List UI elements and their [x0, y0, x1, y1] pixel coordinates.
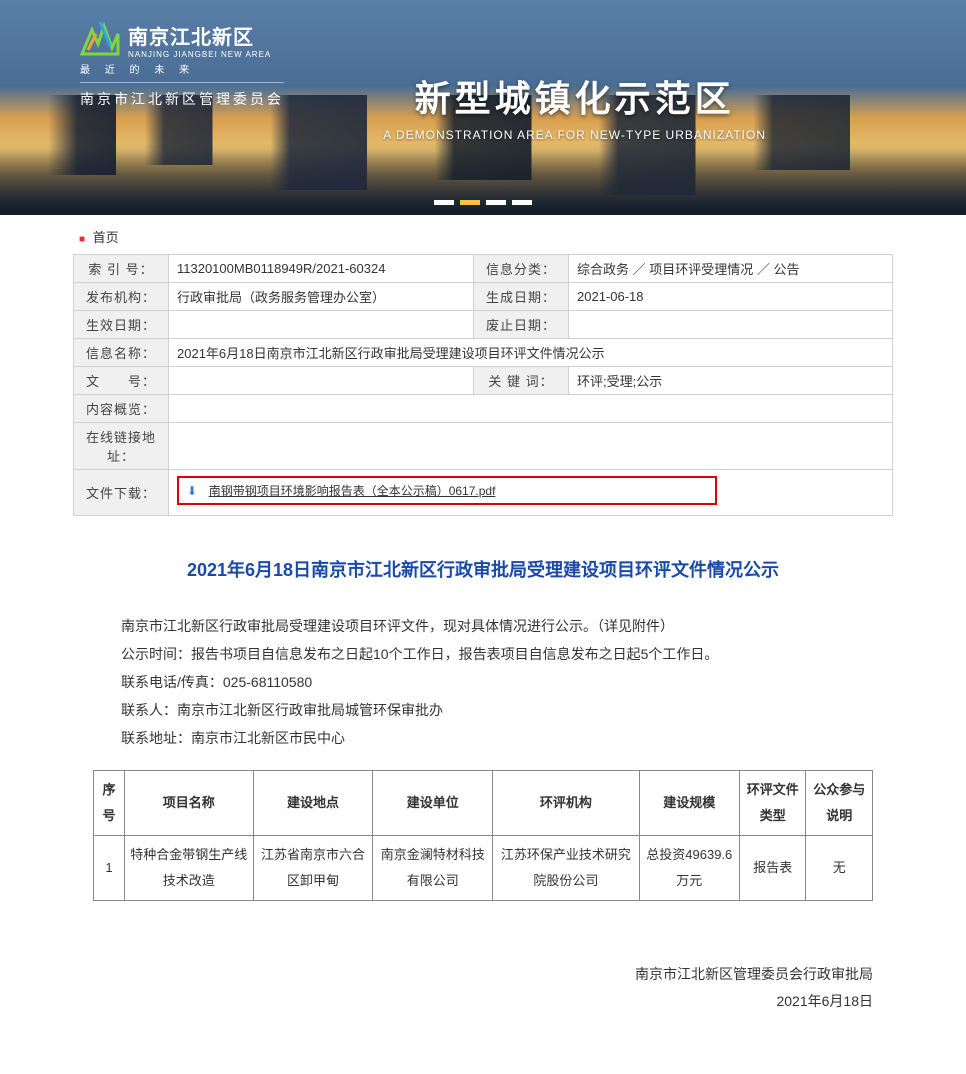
signature-org: 南京市江北新区管理委员会行政审批局 [73, 961, 873, 988]
meta-label: 信息分类： [474, 255, 569, 283]
carousel-dot[interactable] [486, 200, 506, 205]
article-para: 南京市江北新区行政审批局受理建设项目环评文件，现对具体情况进行公示。（详见附件） [93, 612, 873, 640]
article-title: 2021年6月18日南京市江北新区行政审批局受理建设项目环评文件情况公示 [73, 536, 893, 612]
signature-block: 南京市江北新区管理委员会行政审批局 2021年6月18日 [73, 901, 893, 1034]
project-table: 序号 项目名称 建设地点 建设单位 环评机构 建设规模 环评文件类型 公众参与说… [93, 770, 873, 901]
td-scale: 总投资49639.6万元 [639, 836, 739, 901]
meta-label: 文件下载： [74, 470, 169, 516]
site-logo[interactable]: 南京江北新区 NANJING JIANGBEI NEW AREA 最 近 的 未… [80, 20, 284, 109]
meta-label: 在线链接地址： [74, 423, 169, 470]
th-name: 项目名称 [124, 771, 253, 836]
meta-label: 生成日期： [474, 283, 569, 311]
article-para: 公示时间：报告书项目自信息发布之日起10个工作日，报告表项目自信息发布之日起5个… [93, 640, 873, 668]
article-body: 南京市江北新区行政审批局受理建设项目环评文件，现对具体情况进行公示。（详见附件）… [73, 612, 893, 901]
meta-value-org: 行政审批局（政务服务管理办公室） [169, 283, 474, 311]
article-para: 联系人：南京市江北新区行政审批局城管环保审批办 [93, 696, 873, 724]
td-agency: 江苏环保产业技术研究院股份公司 [493, 836, 639, 901]
logo-icon [80, 20, 120, 59]
meta-label: 文 号： [74, 367, 169, 395]
banner-title-text: 新型城镇化示范区 [383, 70, 766, 122]
article-para: 联系电话/传真：025-68110580 [93, 668, 873, 696]
th-type: 环评文件类型 [740, 771, 806, 836]
logo-text-cn: 南京江北新区 [128, 21, 271, 50]
td-seq: 1 [94, 836, 125, 901]
metadata-table: 索 引 号： 11320100MB0118949R/2021-60324 信息分… [73, 254, 893, 516]
meta-value-download: ⬇ 南钢带钢项目环境影响报告表（全本公示稿）0617.pdf [169, 470, 893, 516]
meta-value-gendate: 2021-06-18 [569, 283, 893, 311]
banner-subtitle-text: A DEMONSTRATION AREA FOR NEW-TYPE URBANI… [383, 128, 766, 142]
download-link[interactable]: 南钢带钢项目环境影响报告表（全本公示稿）0617.pdf [209, 484, 496, 498]
td-unit: 南京金澜特材科技有限公司 [373, 836, 493, 901]
carousel-dots [434, 200, 532, 205]
meta-value-category: 综合政务 ／ 项目环评受理情况 ／ 公告 [569, 255, 893, 283]
logo-text-en: NANJING JIANGBEI NEW AREA [128, 50, 271, 59]
th-unit: 建设单位 [373, 771, 493, 836]
meta-value-keywords: 环评;受理;公示 [569, 367, 893, 395]
meta-value-docno [169, 367, 474, 395]
meta-value-title: 2021年6月18日南京市江北新区行政审批局受理建设项目环评文件情况公示 [169, 339, 893, 367]
breadcrumb-home[interactable]: 首页 [93, 230, 119, 245]
td-name: 特种合金带钢生产线技术改造 [124, 836, 253, 901]
th-public: 公众参与说明 [806, 771, 873, 836]
signature-date: 2021年6月18日 [73, 988, 873, 1015]
table-header-row: 序号 项目名称 建设地点 建设单位 环评机构 建设规模 环评文件类型 公众参与说… [94, 771, 873, 836]
meta-value-summary [169, 395, 893, 423]
th-seq: 序号 [94, 771, 125, 836]
download-highlight: ⬇ 南钢带钢项目环境影响报告表（全本公示稿）0617.pdf [177, 476, 717, 505]
meta-label: 索 引 号： [74, 255, 169, 283]
meta-label: 废止日期： [474, 311, 569, 339]
carousel-dot[interactable] [512, 200, 532, 205]
meta-label: 关 键 词： [474, 367, 569, 395]
td-type: 报告表 [740, 836, 806, 901]
breadcrumb: ■ 首页 [73, 215, 893, 254]
meta-value-effective [169, 311, 474, 339]
meta-label: 发布机构： [74, 283, 169, 311]
meta-label: 生效日期： [74, 311, 169, 339]
th-loc: 建设地点 [253, 771, 373, 836]
meta-label: 内容概览： [74, 395, 169, 423]
table-row: 1 特种合金带钢生产线技术改造 江苏省南京市六合区卸甲甸 南京金澜特材科技有限公… [94, 836, 873, 901]
carousel-dot[interactable] [434, 200, 454, 205]
meta-value-abolish [569, 311, 893, 339]
td-loc: 江苏省南京市六合区卸甲甸 [253, 836, 373, 901]
banner-headline: 新型城镇化示范区 A DEMONSTRATION AREA FOR NEW-TY… [383, 70, 766, 142]
meta-value-url [169, 423, 893, 470]
article: 2021年6月18日南京市江北新区行政审批局受理建设项目环评文件情况公示 南京市… [73, 516, 893, 1074]
logo-slogan: 最 近 的 未 来 [80, 61, 284, 76]
carousel-dot[interactable] [460, 200, 480, 205]
meta-value-index: 11320100MB0118949R/2021-60324 [169, 255, 474, 283]
crumb-bullet-icon: ■ [79, 234, 85, 245]
th-scale: 建设规模 [639, 771, 739, 836]
meta-label: 信息名称： [74, 339, 169, 367]
hero-banner: 南京江北新区 NANJING JIANGBEI NEW AREA 最 近 的 未… [0, 0, 966, 215]
download-icon: ⬇ [187, 484, 197, 498]
th-agency: 环评机构 [493, 771, 639, 836]
article-para: 联系地址：南京市江北新区市民中心 [93, 724, 873, 752]
td-public: 无 [806, 836, 873, 901]
logo-committee: 南京市江北新区管理委员会 [80, 82, 284, 109]
